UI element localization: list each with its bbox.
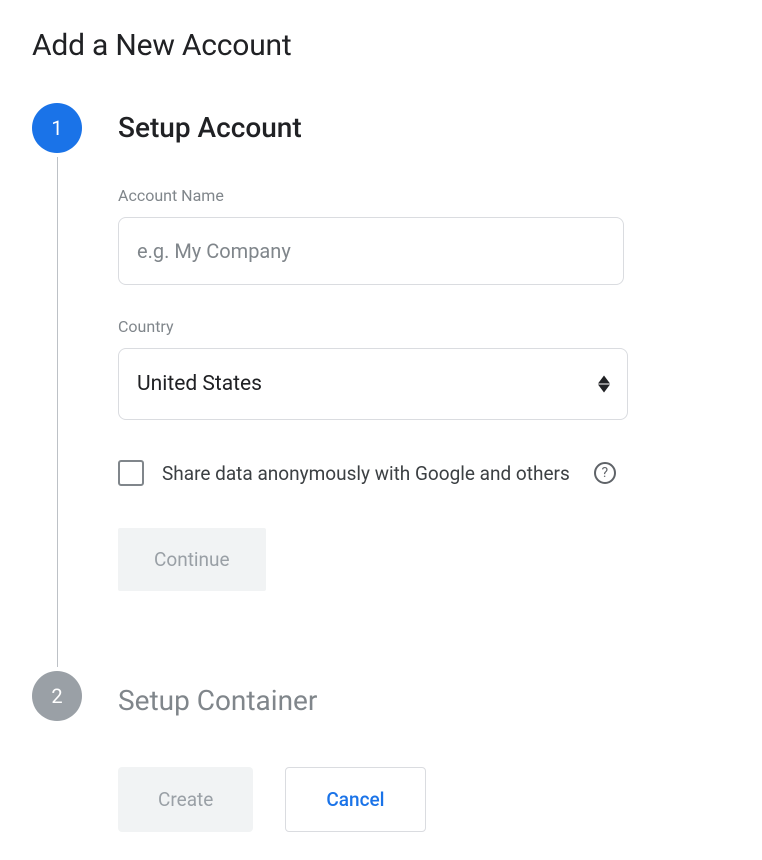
share-data-label: Share data anonymously with Google and o… bbox=[162, 462, 570, 485]
form-section: Account Name Country United States bbox=[118, 186, 730, 591]
create-button[interactable]: Create bbox=[118, 767, 253, 832]
country-select-wrap: United States bbox=[118, 348, 628, 420]
account-name-label: Account Name bbox=[118, 186, 730, 205]
share-data-row: Share data anonymously with Google and o… bbox=[118, 460, 730, 486]
step-1-content: Setup Account Account Name Country Unite… bbox=[82, 103, 730, 611]
step-1-title: Setup Account bbox=[118, 103, 730, 144]
step-line bbox=[57, 157, 58, 667]
step-2-content: Setup Container bbox=[82, 676, 730, 717]
country-select[interactable]: United States bbox=[118, 348, 628, 420]
step-1-circle: 1 bbox=[32, 103, 82, 153]
step-2-title: Setup Container bbox=[118, 676, 730, 717]
account-name-group: Account Name bbox=[118, 186, 730, 285]
step-2-circle: 2 bbox=[32, 671, 82, 721]
continue-button[interactable]: Continue bbox=[118, 528, 266, 591]
footer-buttons: Create Cancel bbox=[118, 767, 730, 832]
step-indicator-col: 2 bbox=[32, 671, 82, 721]
share-data-checkbox[interactable] bbox=[118, 460, 144, 486]
help-icon[interactable]: ? bbox=[594, 462, 616, 484]
page-title: Add a New Account bbox=[32, 28, 730, 63]
stepper: 1 Setup Account Account Name Country Uni… bbox=[32, 103, 730, 721]
cancel-button[interactable]: Cancel bbox=[285, 767, 425, 832]
country-group: Country United States bbox=[118, 317, 730, 420]
step-2: 2 Setup Container bbox=[32, 671, 730, 721]
step-indicator-col: 1 bbox=[32, 103, 82, 671]
step-1: 1 Setup Account Account Name Country Uni… bbox=[32, 103, 730, 671]
account-name-input[interactable] bbox=[118, 217, 624, 285]
country-label: Country bbox=[118, 317, 730, 336]
